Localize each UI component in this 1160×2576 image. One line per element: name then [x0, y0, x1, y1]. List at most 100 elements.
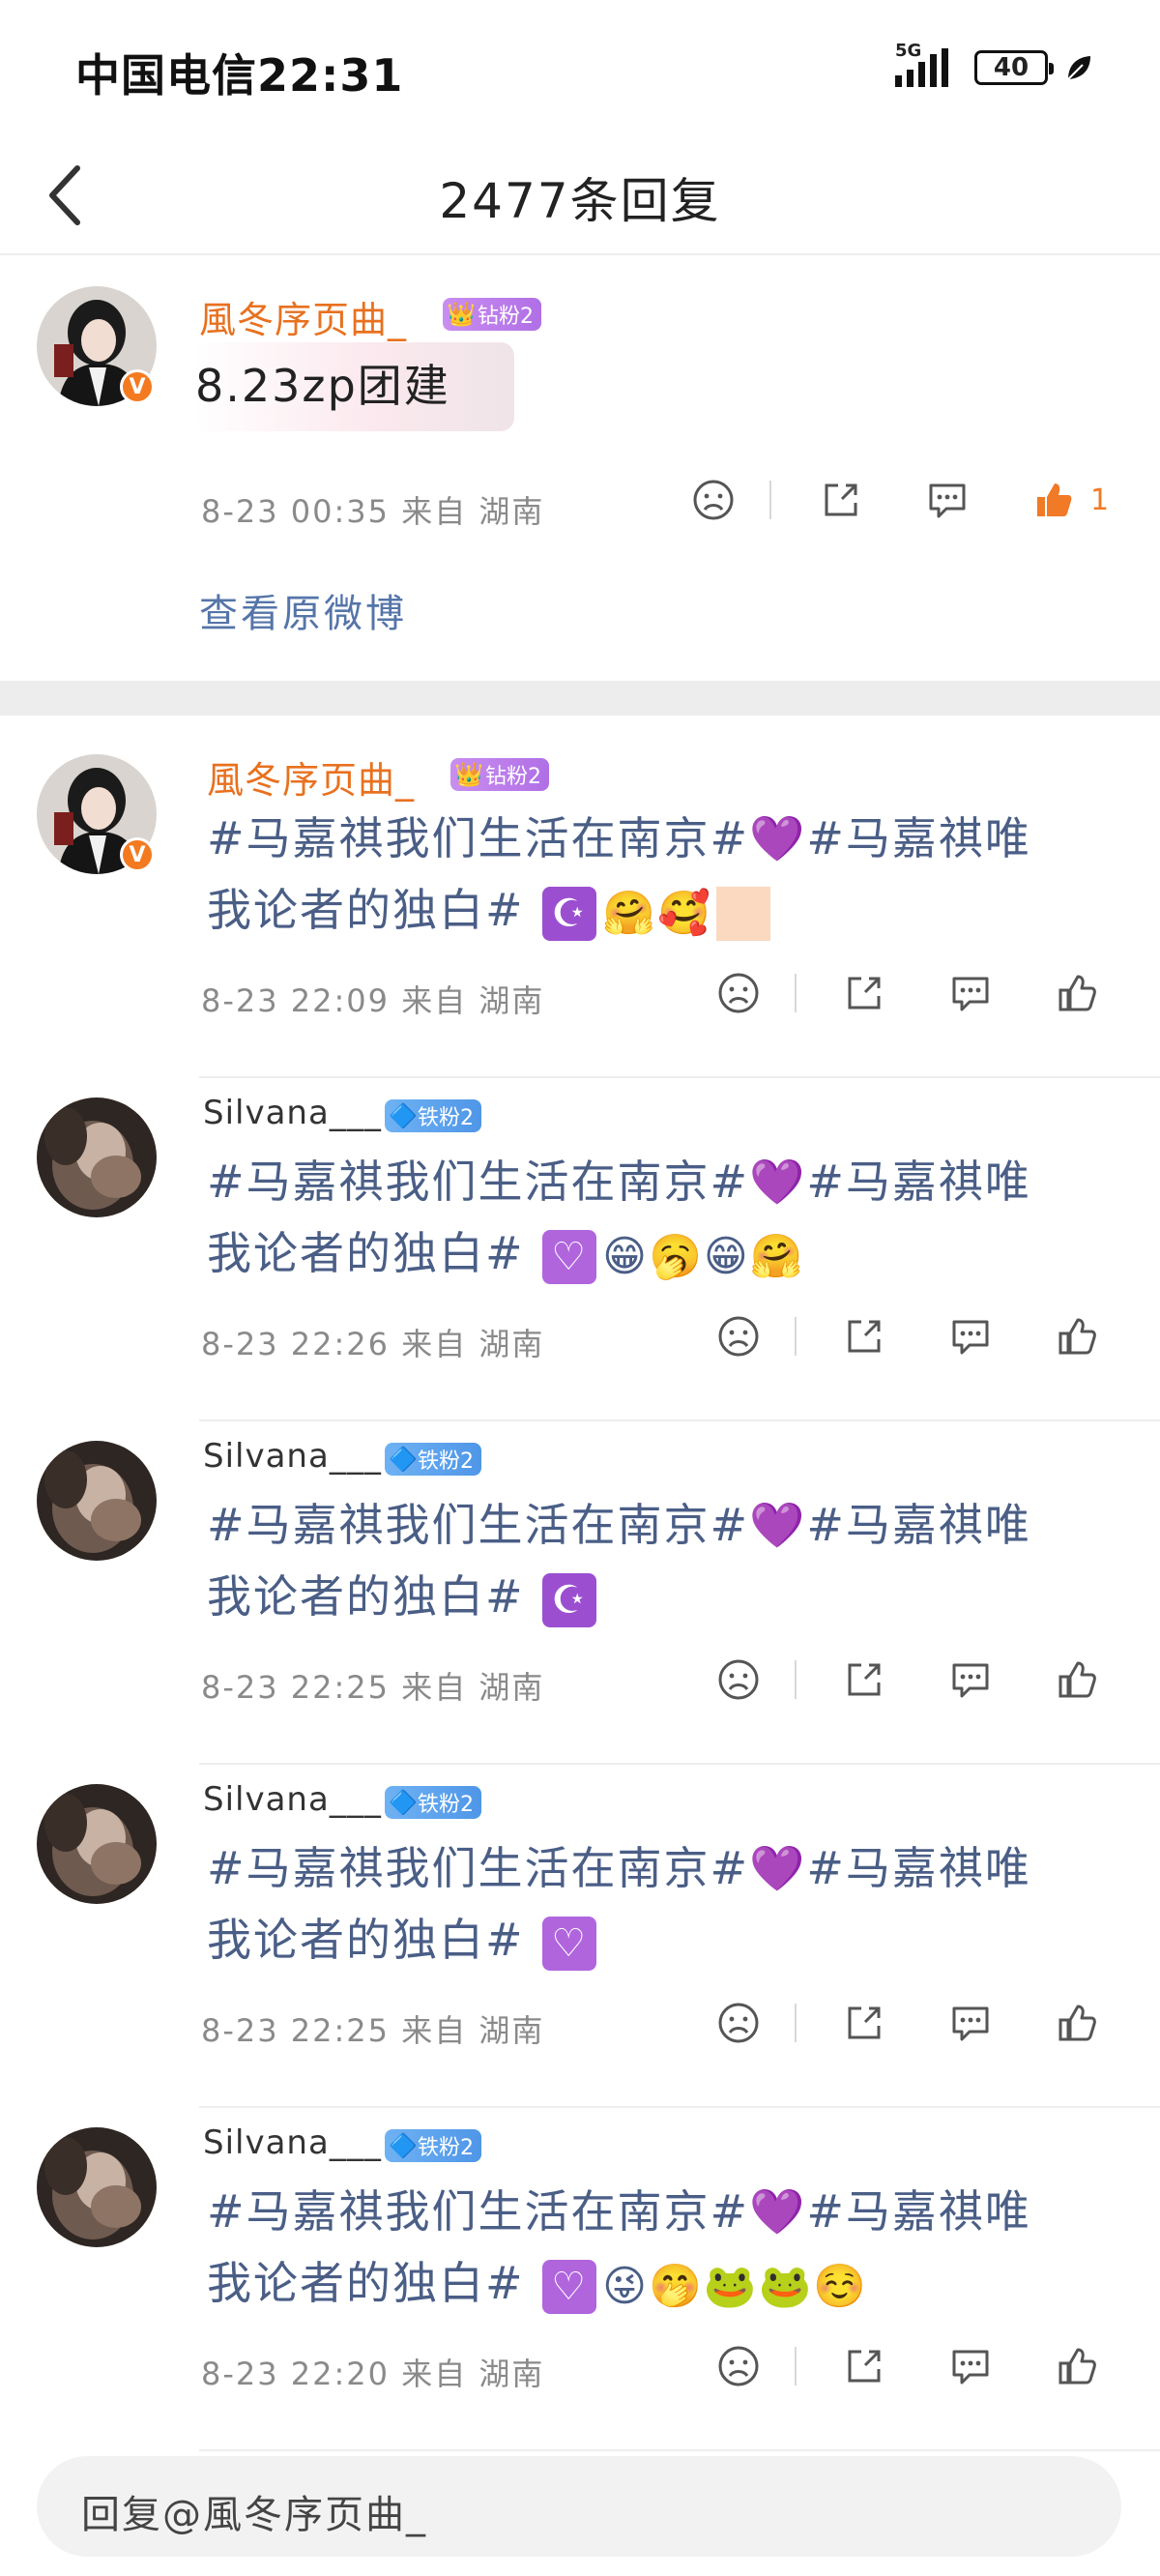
- verified-badge-icon: V: [120, 837, 155, 872]
- thumbs-up-icon: [1058, 975, 1096, 1011]
- sad-face-icon: [718, 1316, 759, 1357]
- dislike-button[interactable]: [711, 2344, 766, 2388]
- username[interactable]: Silvana___: [203, 1437, 382, 1476]
- comment-bubble-icon: [952, 2350, 989, 2385]
- comment-text: #马嘉祺我们生活在南京#💜#马嘉祺唯 我论者的独白# ♡ 😜🤭🐸🐸☺️: [207, 2176, 1135, 2323]
- topic-link[interactable]: #马嘉祺唯: [806, 2185, 1031, 2238]
- battery-icon: 40: [974, 50, 1054, 85]
- fan-badge-label: 铁粉2: [418, 1793, 474, 1817]
- topic-link[interactable]: 我论者的独白#: [207, 2257, 525, 2309]
- share-button[interactable]: [837, 2001, 891, 2045]
- share-button[interactable]: [837, 971, 891, 1015]
- like-button[interactable]: [1050, 1314, 1104, 1359]
- divider: [795, 1660, 797, 1699]
- emoji-group: 😜🤭🐸🐸☺️: [602, 2261, 869, 2311]
- thumbs-up-icon: [1037, 483, 1072, 516]
- status-bar: 中国电信22:31 5G 40: [0, 0, 1160, 135]
- topic-link[interactable]: #马嘉祺我们生活在南京#: [207, 1499, 749, 1551]
- section-divider: [0, 681, 1160, 716]
- reply-item: Silvana___ 🔷 铁粉2 #马嘉祺我们生活在南京#💜#马嘉祺唯 我论者的…: [0, 1421, 1160, 1765]
- comment-button[interactable]: [943, 1657, 998, 1702]
- crown-icon: 👑: [454, 761, 483, 788]
- sad-face-icon: [718, 2003, 759, 2043]
- comment-button[interactable]: [943, 971, 998, 1015]
- original-comment: V 風冬序页曲_ 👑 钻粉2 8.23zp团建 8-23 00:35 来自 湖南…: [0, 255, 1160, 681]
- verified-badge-icon: V: [120, 369, 155, 404]
- topic-link[interactable]: #马嘉祺我们生活在南京#: [207, 1842, 749, 1894]
- share-icon: [848, 1320, 881, 1353]
- dislike-button[interactable]: [711, 971, 766, 1015]
- share-icon: [848, 2006, 881, 2039]
- avatar[interactable]: [37, 2127, 157, 2247]
- username[interactable]: 風冬序页曲_: [199, 290, 407, 343]
- comment-meta: 8-23 22:26 来自 湖南: [201, 1326, 545, 1362]
- username[interactable]: 風冬序页曲_: [207, 750, 415, 804]
- topic-link[interactable]: 我论者的独白#: [207, 1570, 525, 1623]
- fan-badge: 🔷 铁粉2: [385, 1443, 481, 1476]
- share-icon: [848, 2350, 881, 2383]
- diamond-icon: 🔷: [389, 2132, 418, 2159]
- comment-button[interactable]: [943, 2344, 998, 2388]
- fan-badge: 👑 钻粉2: [443, 298, 541, 331]
- comment-button[interactable]: [920, 478, 974, 522]
- topic-link[interactable]: 我论者的独白#: [207, 884, 525, 936]
- topic-link[interactable]: #马嘉祺唯: [806, 812, 1031, 864]
- share-button[interactable]: [837, 2344, 891, 2388]
- topic-link[interactable]: 我论者的独白#: [207, 1227, 525, 1279]
- comment-bubble-icon: [952, 1663, 989, 1698]
- purple-heart-icon: 💜: [749, 1499, 807, 1551]
- reply-input[interactable]: 回复@風冬序页曲_: [81, 2483, 427, 2539]
- sad-face-icon: [718, 2346, 759, 2386]
- fan-badge: 🔷 铁粉2: [385, 1786, 481, 1819]
- like-button[interactable]: [1050, 971, 1104, 1015]
- comment-text: #马嘉祺我们生活在南京#💜#马嘉祺唯 我论者的独白# ♡: [207, 1832, 1135, 1976]
- topic-link[interactable]: #马嘉祺唯: [806, 1156, 1031, 1208]
- like-button[interactable]: [1050, 2001, 1104, 2045]
- reply-item: Silvana___ 🔷 铁粉2 #马嘉祺我们生活在南京#💜#马嘉祺唯 我论者的…: [0, 2108, 1160, 2451]
- dislike-button[interactable]: [711, 1314, 766, 1359]
- share-button[interactable]: [814, 478, 868, 522]
- comment-actions: [711, 1657, 1104, 1702]
- avatar[interactable]: [37, 1098, 157, 1217]
- like-button[interactable]: [1050, 1657, 1104, 1702]
- comment-text: #马嘉祺我们生活在南京#💜#马嘉祺唯 我论者的独白# ☪: [207, 1489, 1135, 1632]
- battery-level: 40: [993, 53, 1030, 82]
- username[interactable]: Silvana___: [203, 1780, 382, 1819]
- divider: [199, 2449, 1160, 2451]
- topic-link[interactable]: #马嘉祺我们生活在南京#: [207, 812, 749, 864]
- fan-badge: 🔷 铁粉2: [385, 1099, 481, 1132]
- divider: [769, 481, 771, 519]
- skin-tone-square-icon: [715, 886, 770, 941]
- comment-button[interactable]: [943, 1314, 998, 1359]
- username[interactable]: Silvana___: [203, 2123, 382, 2162]
- crown-icon: 👑: [447, 301, 476, 328]
- thumbs-up-icon: [1058, 1318, 1096, 1355]
- avatar[interactable]: [37, 1441, 157, 1561]
- comment-button[interactable]: [943, 2001, 998, 2045]
- reply-item: V 風冬序页曲_ 👑 钻粉2 #马嘉祺我们生活在南京#💜#马嘉祺唯 我论者的独白…: [0, 735, 1160, 1078]
- purple-heart-icon: 💜: [749, 812, 807, 864]
- fan-badge: 🔷 铁粉2: [385, 2129, 481, 2162]
- reply-input-bar[interactable]: 回复@風冬序页曲_: [37, 2456, 1121, 2557]
- avatar[interactable]: [37, 1784, 157, 1904]
- nav-bar: 2477条回复: [0, 135, 1160, 255]
- comment-bubble-icon: [952, 977, 989, 1011]
- diamond-icon: 🔷: [389, 1102, 418, 1129]
- topic-link[interactable]: #马嘉祺唯: [806, 1842, 1031, 1894]
- dislike-button[interactable]: [711, 1657, 766, 1702]
- status-icons: 5G 40: [895, 41, 1092, 87]
- comment-text: 8.23zp团建: [195, 360, 450, 412]
- dislike-button[interactable]: [686, 478, 740, 522]
- username[interactable]: Silvana___: [203, 1094, 382, 1132]
- topic-link[interactable]: #马嘉祺我们生活在南京#: [207, 1156, 749, 1208]
- network-type: 5G: [895, 41, 922, 61]
- topic-link[interactable]: #马嘉祺我们生活在南京#: [207, 2185, 749, 2238]
- share-button[interactable]: [837, 1657, 891, 1702]
- like-button[interactable]: [1027, 478, 1081, 522]
- like-button[interactable]: [1050, 2344, 1104, 2388]
- topic-link[interactable]: 我论者的独白#: [207, 1914, 525, 1966]
- dislike-button[interactable]: [711, 2001, 766, 2045]
- share-button[interactable]: [837, 1314, 891, 1359]
- topic-link[interactable]: #马嘉祺唯: [806, 1499, 1031, 1551]
- view-original-link[interactable]: 查看原微博: [199, 582, 407, 638]
